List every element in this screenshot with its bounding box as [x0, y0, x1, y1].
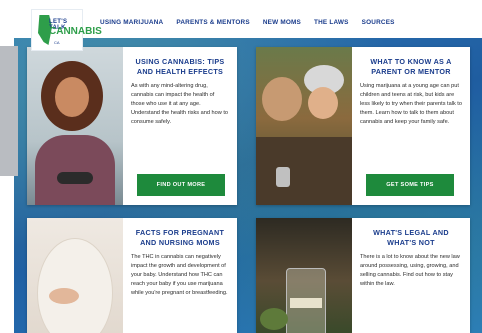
nav-new-moms[interactable]: NEW MOMS [263, 19, 301, 26]
nav-sources[interactable]: SOURCES [362, 19, 395, 26]
hand-shape [49, 288, 79, 304]
father-face-shape [262, 77, 302, 121]
card-legal: WHAT'S LEGAL AND WHAT'S NOT There is a l… [256, 218, 470, 333]
card-text: Using marijuana at a young age can put c… [360, 83, 462, 125]
logo-line2: CANNABIS [49, 26, 102, 37]
mug-icon [276, 167, 290, 187]
jacket-shape [256, 137, 352, 205]
card-parent-mentor: WHAT TO KNOW AS A PARENT OR MENTOR Using… [256, 47, 470, 205]
card-pregnant-moms: FACTS FOR PREGNANT AND NURSING MOMS The … [27, 218, 237, 333]
nav-using-marijuana[interactable]: USING MARIJUANA [100, 19, 163, 26]
main-nav: USING MARIJUANA PARENTS & MENTORS NEW MO… [100, 19, 395, 26]
nav-the-laws[interactable]: THE LAWS [314, 19, 349, 26]
card-body: USING CANNABIS: TIPS AND HEALTH EFFECTS … [131, 57, 229, 127]
photo-father-child [256, 47, 352, 205]
card-text: There is a lot to know about the new law… [360, 254, 460, 287]
card-text: As with any mind-altering drug, cannabis… [131, 83, 229, 125]
card-body: WHAT'S LEGAL AND WHAT'S NOT There is a l… [360, 228, 462, 289]
card-body: WHAT TO KNOW AS A PARENT OR MENTOR Using… [360, 57, 462, 127]
child-face-shape [308, 87, 338, 119]
card-title: USING CANNABIS: TIPS AND HEALTH EFFECTS [135, 57, 225, 76]
card-title: FACTS FOR PREGNANT AND NURSING MOMS [135, 228, 225, 247]
card-text: The THC in cannabis can negatively impac… [131, 254, 228, 296]
bud-shape [260, 308, 288, 330]
left-gray-strip [0, 46, 18, 176]
nav-parents-mentors[interactable]: PARENTS & MENTORS [176, 19, 249, 26]
site-logo[interactable]: LET'S TALK CANNABIS CA [31, 9, 102, 51]
jar-label [290, 298, 322, 308]
card-body: FACTS FOR PREGNANT AND NURSING MOMS The … [131, 228, 229, 298]
photo-pregnant-belly [27, 218, 123, 333]
get-some-tips-button[interactable]: GET SOME TIPS [366, 174, 454, 196]
card-title: WHAT TO KNOW AS A PARENT OR MENTOR [370, 57, 452, 76]
card-title: WHAT'S LEGAL AND WHAT'S NOT [373, 228, 449, 247]
photo-girl-gaming [27, 47, 123, 205]
sweater-shape [35, 135, 115, 205]
logo-line3: CA [54, 40, 60, 45]
card-using-cannabis: USING CANNABIS: TIPS AND HEALTH EFFECTS … [27, 47, 237, 205]
photo-cannabis-jar [256, 218, 352, 333]
controller-icon [57, 172, 93, 184]
find-out-more-button[interactable]: FIND OUT MORE [137, 174, 225, 196]
belly-shape [37, 238, 113, 333]
face-shape [55, 77, 89, 117]
